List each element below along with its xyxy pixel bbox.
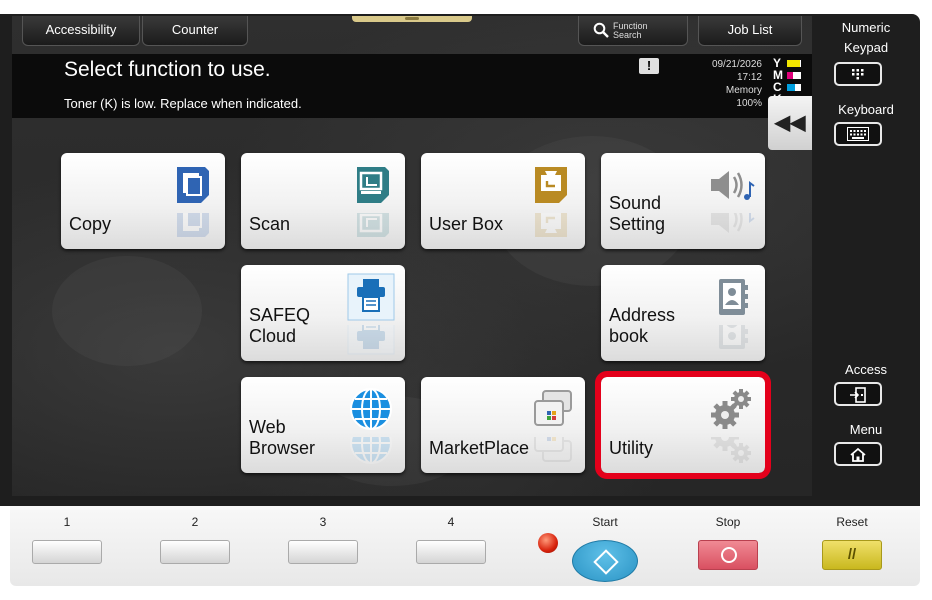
memory-value: 100% <box>736 98 762 109</box>
stop-icon <box>721 547 737 563</box>
tile-label: Web Browser <box>249 417 316 458</box>
icon-reflection <box>707 213 755 243</box>
tile-utility[interactable]: Utility <box>595 371 771 479</box>
function-search-label: Function Search <box>613 21 648 40</box>
tile-copy[interactable]: Copy <box>61 153 225 249</box>
reset-label: Reset <box>836 515 868 529</box>
menu-label: Menu <box>849 422 883 437</box>
toner-warning-message: Toner (K) is low. Replace when indicated… <box>64 96 302 111</box>
search-icon <box>593 22 609 38</box>
status-bar: Select function to use. Toner (K) is low… <box>12 54 767 118</box>
time: 17:12 <box>736 72 762 83</box>
register-key-3[interactable] <box>288 540 358 564</box>
date-time: 09/21/2026 17:12 <box>692 58 762 84</box>
register-key-label: 1 <box>63 515 71 529</box>
memory-status: Memory 100% <box>692 84 762 110</box>
tab-counter[interactable]: Counter <box>142 16 248 46</box>
icon-reflection <box>167 213 215 243</box>
register-key-2[interactable] <box>160 540 230 564</box>
warning-icon[interactable]: ! <box>639 58 659 74</box>
tile-label: Address book <box>609 305 676 346</box>
hardware-button-bar: 1 2 3 4 Start Stop Reset // <box>10 506 920 586</box>
toner-bar-fill <box>787 84 795 91</box>
keyboard-label: Keyboard <box>838 102 894 117</box>
register-key-label: 3 <box>319 515 327 529</box>
right-side-panel: Numeric Keypad Keyboard Access Menu <box>812 14 920 506</box>
scan-icon <box>347 161 395 209</box>
register-key-1[interactable] <box>32 540 102 564</box>
tile-safeq-cloud[interactable]: SAFEQ Cloud <box>241 265 405 361</box>
toner-bar-fill <box>787 60 800 67</box>
tab-accessibility[interactable]: Accessibility <box>22 16 140 46</box>
numeric-keypad-label: Numeric Keypad <box>841 20 891 55</box>
icon-reflection <box>707 437 755 467</box>
tile-address-book[interactable]: Address book <box>601 265 765 361</box>
keypad-icon <box>852 69 864 80</box>
register-key-label: 2 <box>191 515 199 529</box>
touch-screen: Accessibility Counter Function Search Jo… <box>12 16 812 496</box>
tab-job-list[interactable]: Job List <box>698 16 802 46</box>
register-key-label: 4 <box>447 515 455 529</box>
icon-reflection <box>527 213 575 243</box>
tile-marketplace[interactable]: MarketPlace <box>421 377 585 473</box>
tile-scan[interactable]: Scan <box>241 153 405 249</box>
tile-label: Utility <box>609 438 653 458</box>
toner-bar <box>787 84 801 91</box>
user-box-icon <box>527 161 575 209</box>
gear-icon <box>707 385 755 433</box>
marketplace-icon <box>527 385 575 433</box>
mfp-control-panel: Accessibility Counter Function Search Jo… <box>0 0 932 600</box>
stop-button[interactable] <box>698 540 758 570</box>
tile-web-browser[interactable]: Web Browser <box>241 377 405 473</box>
copy-icon <box>167 161 215 209</box>
access-label: Access <box>845 362 887 377</box>
numeric-keypad-button[interactable] <box>834 62 882 86</box>
background-texture <box>52 256 202 366</box>
keyboard-button[interactable] <box>834 122 882 146</box>
tile-user-box[interactable]: User Box <box>421 153 585 249</box>
reset-button[interactable]: // <box>822 540 882 570</box>
keyboard-icon <box>847 127 869 141</box>
start-button[interactable] <box>572 540 638 582</box>
start-label: Start <box>592 515 618 529</box>
icon-reflection <box>347 213 395 243</box>
address-book-icon <box>707 273 755 321</box>
start-status-led <box>538 533 558 553</box>
tab-function-search[interactable]: Function Search <box>578 16 688 46</box>
access-door-icon <box>850 387 866 403</box>
stop-label: Stop <box>715 515 741 529</box>
menu-button[interactable] <box>834 442 882 466</box>
tile-label: Sound Setting <box>609 193 666 234</box>
access-button[interactable] <box>834 382 882 406</box>
toner-bar-fill <box>787 72 793 79</box>
tile-label: User Box <box>429 214 504 234</box>
speaker-icon <box>707 161 755 209</box>
top-drawer-handle[interactable] <box>352 16 472 22</box>
icon-reflection <box>707 325 755 355</box>
tile-label: Copy <box>69 214 112 234</box>
start-icon <box>593 549 619 575</box>
home-icon <box>850 447 866 462</box>
date: 09/21/2026 <box>711 59 762 70</box>
tile-label: MarketPlace <box>429 438 530 458</box>
register-key-4[interactable] <box>416 540 486 564</box>
icon-reflection <box>347 437 395 467</box>
tile-label: Scan <box>249 214 291 234</box>
globe-icon <box>347 385 395 433</box>
toner-bar <box>787 72 801 79</box>
tile-label: SAFEQ Cloud <box>249 305 311 346</box>
toner-bar <box>787 60 801 67</box>
page-title: Select function to use. <box>64 58 271 81</box>
icon-reflection <box>347 325 395 355</box>
printer-icon <box>347 273 395 321</box>
collapse-panel-button[interactable]: ◀◀ <box>768 96 812 150</box>
icon-reflection <box>527 437 575 467</box>
memory-label: Memory <box>725 85 762 96</box>
tile-sound-setting[interactable]: Sound Setting <box>601 153 765 249</box>
